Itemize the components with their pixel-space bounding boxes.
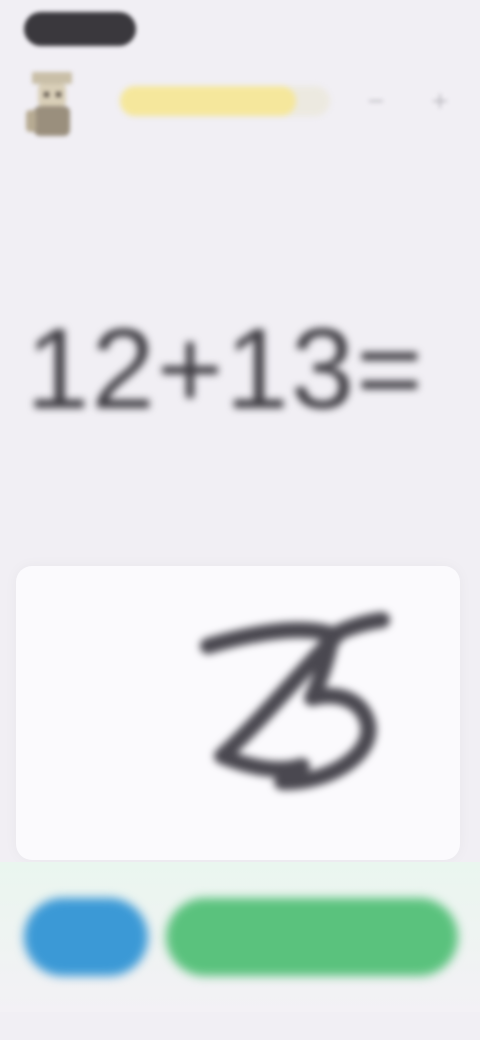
clear-button[interactable] (24, 898, 148, 976)
character-avatar-icon (26, 72, 72, 136)
game-header: − + (0, 60, 480, 150)
check-answer-button[interactable] (166, 898, 458, 976)
math-equation: 12+13= (26, 306, 425, 433)
level-progress-fill (120, 86, 297, 116)
answer-drawing-pad[interactable] (16, 566, 460, 860)
game-screen: − + 12+13= (0, 0, 480, 1040)
level-progress-bar (120, 86, 330, 116)
minus-icon[interactable]: − (362, 88, 390, 116)
status-bar-pill (24, 12, 136, 46)
plus-icon[interactable]: + (426, 88, 454, 116)
handwritten-answer (200, 612, 390, 791)
